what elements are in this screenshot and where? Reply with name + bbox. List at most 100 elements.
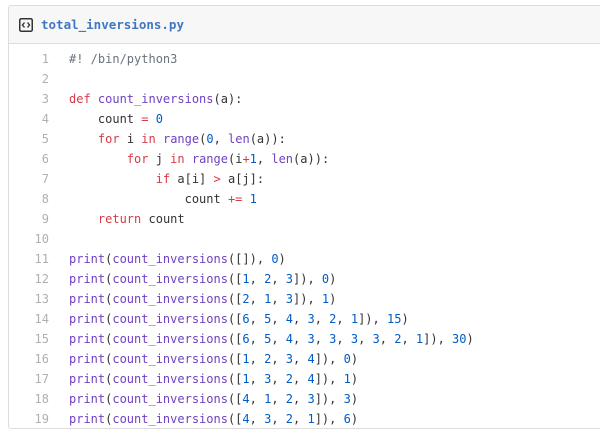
line-number[interactable]: 1 bbox=[9, 49, 49, 69]
number-token: 1 bbox=[242, 352, 250, 366]
line-code: #! /bin/python3 bbox=[49, 49, 177, 69]
line-number[interactable]: 9 bbox=[9, 209, 49, 229]
text-token: , bbox=[293, 332, 308, 346]
line-number[interactable]: 18 bbox=[9, 389, 49, 409]
line-number[interactable]: 16 bbox=[9, 349, 49, 369]
line-number[interactable]: 10 bbox=[9, 229, 49, 249]
line-code: count += 1 bbox=[49, 189, 257, 209]
line-number[interactable]: 8 bbox=[9, 189, 49, 209]
text-token: ]), bbox=[314, 372, 344, 386]
text-token: (i bbox=[227, 152, 243, 166]
text-token: ([ bbox=[227, 332, 243, 346]
number-token: 3 bbox=[307, 332, 315, 346]
number-token: 0 bbox=[343, 352, 351, 366]
text-token: ]), bbox=[314, 412, 344, 426]
text-token: ) bbox=[466, 332, 474, 346]
keyword-token: += bbox=[227, 192, 243, 206]
line-number[interactable]: 2 bbox=[9, 69, 49, 89]
function-token: count_inversions bbox=[112, 392, 228, 406]
code-line: 7 if a[i] > a[j]: bbox=[9, 169, 600, 189]
text-token: , bbox=[249, 412, 265, 426]
number-token: 3 bbox=[285, 352, 294, 366]
function-token: print bbox=[69, 332, 106, 346]
function-token: print bbox=[69, 352, 106, 366]
text-token: , bbox=[271, 412, 286, 426]
number-token: 0 bbox=[271, 252, 279, 266]
text-token: (a): bbox=[213, 92, 243, 106]
text-token: ) bbox=[350, 392, 359, 406]
code-line: 11 print(count_inversions([]), 0) bbox=[9, 249, 600, 269]
line-number[interactable]: 3 bbox=[9, 89, 49, 109]
keyword-token: in bbox=[170, 152, 185, 166]
text-token: ([ bbox=[227, 352, 243, 366]
number-token: 4 bbox=[307, 372, 315, 386]
text-token: ([ bbox=[227, 372, 243, 386]
line-code: for i in range(0, len(a)): bbox=[49, 129, 286, 149]
text-token: ([ bbox=[227, 412, 243, 426]
text-token: , bbox=[249, 272, 265, 286]
line-number[interactable]: 19 bbox=[9, 409, 49, 428]
function-token: count_inversions bbox=[112, 252, 228, 266]
text-token: , bbox=[271, 332, 286, 346]
text-token: a[i] bbox=[170, 172, 214, 186]
function-token: print bbox=[69, 412, 106, 426]
number-token: 0 bbox=[206, 132, 214, 146]
text-token: j bbox=[148, 152, 171, 166]
line-number[interactable]: 6 bbox=[9, 149, 49, 169]
function-token: len bbox=[228, 132, 250, 146]
text-token: , bbox=[249, 292, 265, 306]
line-code: def count_inversions(a): bbox=[49, 89, 242, 109]
function-token: count_inversions bbox=[112, 412, 228, 426]
line-number[interactable]: 17 bbox=[9, 369, 49, 389]
line-number[interactable]: 7 bbox=[9, 169, 49, 189]
code-line: 5 for i in range(0, len(a)): bbox=[9, 129, 600, 149]
code-file-icon bbox=[19, 17, 33, 32]
text-token: a[j]: bbox=[220, 172, 265, 186]
function-token: count_inversions bbox=[97, 92, 214, 106]
text-token: ) bbox=[401, 312, 409, 326]
text-token: , bbox=[249, 332, 265, 346]
number-token: 15 bbox=[386, 312, 402, 326]
text-token: ]), bbox=[293, 292, 322, 306]
number-token: 6 bbox=[242, 312, 250, 326]
function-token: count_inversions bbox=[112, 272, 228, 286]
line-number[interactable]: 14 bbox=[9, 309, 49, 329]
number-token: 4 bbox=[242, 392, 250, 406]
line-number[interactable]: 12 bbox=[9, 269, 49, 289]
text-token: ]), bbox=[314, 392, 344, 406]
text-token: ) bbox=[350, 352, 359, 366]
number-token: 4 bbox=[285, 312, 294, 326]
text-token: count bbox=[69, 192, 228, 206]
code-line: 14 print(count_inversions([6, 5, 4, 3, 2,… bbox=[9, 309, 600, 329]
function-token: range bbox=[191, 152, 228, 166]
code-body: 1 #! /bin/python3 2 3 def count_inversions(a… bbox=[9, 44, 600, 428]
text-token: ]), bbox=[293, 272, 322, 286]
code-line: 2 bbox=[9, 69, 600, 89]
file-name-link[interactable]: total_inversions.py bbox=[41, 17, 184, 32]
text-token: , bbox=[314, 332, 330, 346]
text-token: ([ bbox=[227, 392, 243, 406]
text-token: ) bbox=[329, 272, 337, 286]
text-token: , bbox=[271, 292, 286, 306]
line-number[interactable]: 13 bbox=[9, 289, 49, 309]
text-token: , bbox=[358, 332, 373, 346]
function-token: count_inversions bbox=[112, 312, 228, 326]
keyword-token: if bbox=[155, 172, 171, 186]
text-token: , bbox=[293, 312, 308, 326]
line-number[interactable]: 15 bbox=[9, 329, 49, 349]
text-token: , bbox=[293, 372, 308, 386]
line-number[interactable]: 5 bbox=[9, 129, 49, 149]
line-number[interactable]: 11 bbox=[9, 249, 49, 269]
line-number[interactable]: 4 bbox=[9, 109, 49, 129]
keyword-token: def bbox=[69, 92, 98, 106]
number-token: 3 bbox=[372, 332, 380, 346]
text-token: ) bbox=[329, 292, 337, 306]
function-token: count_inversions bbox=[112, 332, 228, 346]
number-token: 1 bbox=[350, 312, 359, 326]
text-token: , bbox=[336, 332, 351, 346]
